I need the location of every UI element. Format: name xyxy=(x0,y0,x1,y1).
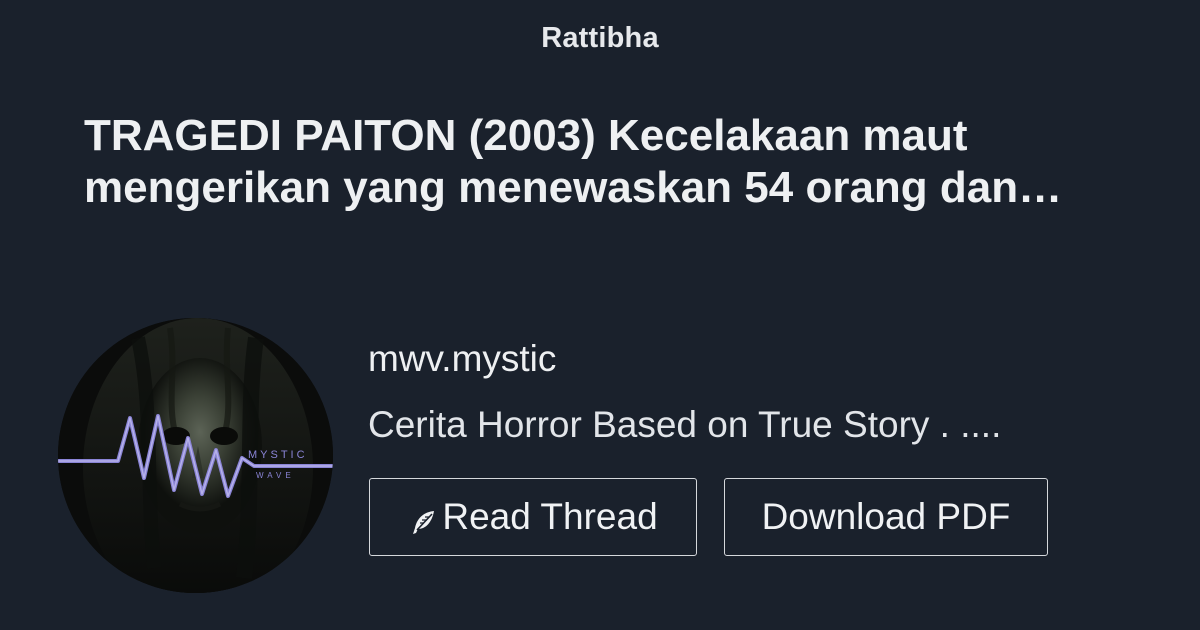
avatar-logo-text-top: MYSTIC xyxy=(248,449,308,461)
share-card: Rattibha TRAGEDI PAITON (2003) Kecelakaa… xyxy=(0,0,1200,630)
avatar-logo-text-bottom: WAVE xyxy=(256,471,295,480)
download-pdf-label: Download PDF xyxy=(761,496,1011,537)
read-thread-label: Read Thread xyxy=(442,496,658,537)
read-thread-button[interactable]: Read Thread xyxy=(369,478,697,556)
avatar-image: MYSTIC WAVE xyxy=(58,318,333,593)
author-handle[interactable]: mwv.mystic xyxy=(368,338,556,380)
author-bio: Cerita Horror Based on True Story . .... xyxy=(368,404,1002,445)
thread-title[interactable]: TRAGEDI PAITON (2003) Kecelakaan maut me… xyxy=(84,110,1154,214)
feather-icon xyxy=(408,504,438,534)
avatar[interactable]: MYSTIC WAVE xyxy=(58,318,333,593)
brand-name[interactable]: Rattibha xyxy=(0,22,1200,55)
download-pdf-button[interactable]: Download PDF xyxy=(724,478,1048,556)
